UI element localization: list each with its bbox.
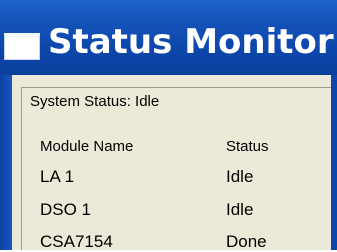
module-name-cell: CSA7154 (40, 232, 113, 251)
module-name-cell: DSO 1 (40, 200, 92, 219)
system-status-line: System Status: Idle (30, 93, 159, 111)
module-name-cell: LA 1 (40, 167, 75, 186)
system-status-value: Idle (135, 93, 160, 110)
window-titlebar[interactable]: Status Monitor (0, 0, 337, 75)
column-header-module-name: Module Name (40, 138, 134, 155)
window-title: Status Monitor (48, 22, 334, 62)
system-status-label: System Status: (30, 93, 131, 110)
window-frame-right (331, 75, 337, 250)
window-icon[interactable] (4, 33, 40, 60)
window-frame-left (0, 75, 12, 250)
module-status-cell: Idle (226, 200, 254, 219)
module-status-cell: Idle (226, 167, 254, 186)
module-status-cell: Done (226, 232, 267, 251)
column-header-status: Status (226, 138, 269, 155)
